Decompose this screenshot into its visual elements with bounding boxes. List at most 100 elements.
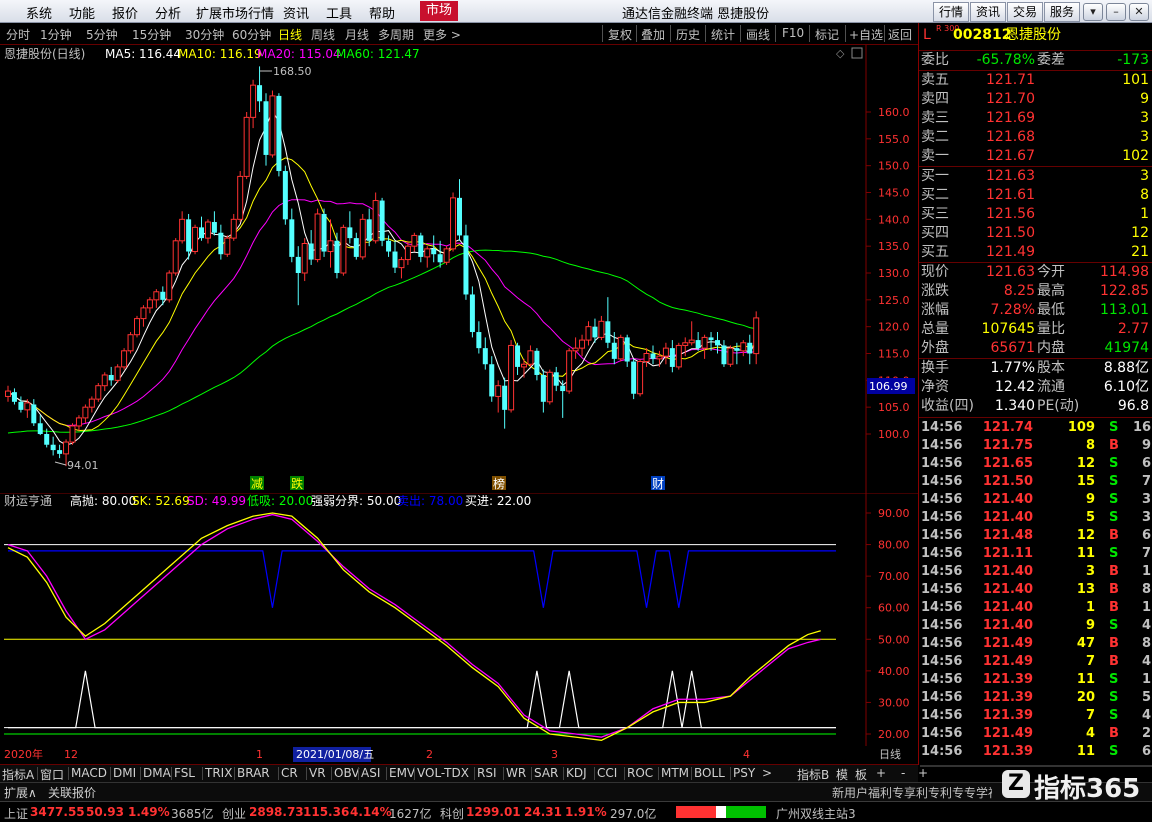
- tick-row[interactable]: 14:56 121.40 13 B 8: [919, 581, 1152, 599]
- action-add-watchlist[interactable]: +自选: [849, 26, 883, 43]
- action-f10[interactable]: F10: [782, 26, 804, 40]
- sell-level-row[interactable]: 卖三 121.69 3: [919, 109, 1152, 128]
- tick-row[interactable]: 14:56 121.40 5 S 3: [919, 509, 1152, 527]
- indicator-tab[interactable]: 模: [836, 766, 848, 783]
- menu-item-news[interactable]: 资讯: [283, 3, 309, 22]
- indicator-tab[interactable]: CCI: [597, 766, 617, 780]
- period-tab-intraday[interactable]: 分时: [6, 26, 30, 43]
- minimize-icon[interactable]: –: [1106, 3, 1126, 21]
- period-tab-1min[interactable]: 1分钟: [40, 26, 72, 43]
- indicator-tab[interactable]: DMI: [113, 766, 136, 780]
- indicator-tab[interactable]: 指标A: [2, 766, 34, 783]
- menu-item-system[interactable]: 系统: [26, 3, 52, 22]
- tick-row[interactable]: 14:56 121.39 7 S 4: [919, 707, 1152, 725]
- buy-level-row[interactable]: 买三 121.56 1: [919, 205, 1152, 224]
- tick-row[interactable]: 14:56 121.40 3 B 1: [919, 563, 1152, 581]
- tick-row[interactable]: 14:56 121.40 9 S 4: [919, 617, 1152, 635]
- action-stats[interactable]: 统计: [711, 26, 735, 43]
- quote-stat-row[interactable]: 现价 121.63 今开 114.98: [919, 263, 1152, 282]
- indicator-tab[interactable]: ASI: [361, 766, 380, 780]
- top-button-quote[interactable]: 行情: [933, 2, 969, 22]
- period-tab-monthly[interactable]: 月线: [345, 26, 369, 43]
- period-tab-multi[interactable]: 多周期: [378, 26, 414, 43]
- buy-level-row[interactable]: 买五 121.49 21: [919, 243, 1152, 262]
- menu-dropdown-icon[interactable]: ▾: [1083, 3, 1103, 21]
- indicator-tab[interactable]: -: [901, 766, 905, 780]
- quote-stat-row[interactable]: 涨幅 7.28% 最低 113.01: [919, 301, 1152, 320]
- action-mark[interactable]: 标记: [815, 26, 839, 43]
- action-history[interactable]: 历史: [676, 26, 700, 43]
- indicator-tab[interactable]: KDJ: [566, 766, 587, 780]
- top-button-trade[interactable]: 交易: [1007, 2, 1043, 22]
- top-button-service[interactable]: 服务: [1044, 2, 1080, 22]
- close-icon[interactable]: ✕: [1129, 3, 1149, 21]
- indicator-tab[interactable]: SAR: [534, 766, 558, 780]
- tick-scrollbar[interactable]: [920, 765, 1152, 767]
- period-tab-5min[interactable]: 5分钟: [86, 26, 118, 43]
- indicator-tab[interactable]: FSL: [174, 766, 195, 780]
- menu-item-quote[interactable]: 报价: [112, 3, 138, 22]
- menu-item-tools[interactable]: 工具: [326, 3, 352, 22]
- buy-level-row[interactable]: 买一 121.63 3: [919, 167, 1152, 186]
- quote-stat-row[interactable]: 收益(四) 1.340 PE(动) 96.8: [919, 397, 1152, 416]
- menu-item-analysis[interactable]: 分析: [155, 3, 181, 22]
- indicator-tab[interactable]: >: [762, 766, 772, 780]
- price-chart[interactable]: 恩捷股份(日线) MA5: 116.44 MA10: 116.19 MA20: …: [0, 45, 918, 493]
- buy-level-row[interactable]: 买四 121.50 12: [919, 224, 1152, 243]
- indicator-tab[interactable]: VOL-TDX: [417, 766, 469, 780]
- period-tab-more[interactable]: 更多 >: [423, 26, 461, 43]
- quote-stat-row[interactable]: 总量 107645 量比 2.77: [919, 320, 1152, 339]
- indicator-tab[interactable]: 指标B: [797, 766, 829, 783]
- tick-row[interactable]: 14:56 121.49 7 B 4: [919, 653, 1152, 671]
- period-tab-daily[interactable]: 日线: [278, 26, 302, 43]
- indicator-tab[interactable]: EMV: [389, 766, 415, 780]
- expand-toggle[interactable]: 扩展∧: [4, 784, 37, 801]
- indicator-tab[interactable]: PSY: [733, 766, 755, 780]
- indicator-tab[interactable]: TRIX: [205, 766, 232, 780]
- tick-row[interactable]: 14:56 121.11 11 S 7: [919, 545, 1152, 563]
- tick-row[interactable]: 14:56 121.40 1 B 1: [919, 599, 1152, 617]
- quote-stat-row[interactable]: 净资 12.42 流通 6.10亿: [919, 378, 1152, 397]
- sell-level-row[interactable]: 卖二 121.68 3: [919, 128, 1152, 147]
- sell-level-row[interactable]: 卖一 121.67 102: [919, 147, 1152, 166]
- period-tab-60min[interactable]: 60分钟: [232, 26, 271, 43]
- period-tab-30min[interactable]: 30分钟: [185, 26, 224, 43]
- window-toggle-icon[interactable]: [851, 47, 863, 59]
- action-fuquan[interactable]: 复权: [608, 26, 632, 43]
- tick-row[interactable]: 14:56 121.39 20 S 5: [919, 689, 1152, 707]
- indicator-tab[interactable]: BRAR: [237, 766, 270, 780]
- tick-row[interactable]: 14:56 121.75 8 B 9: [919, 437, 1152, 455]
- sh-value[interactable]: 3477.55: [30, 805, 85, 819]
- tick-row[interactable]: 14:56 121.40 9 S 3: [919, 491, 1152, 509]
- period-tab-weekly[interactable]: 周线: [311, 26, 335, 43]
- indicator-tab[interactable]: +: [876, 766, 886, 780]
- indicator-tab[interactable]: RSI: [477, 766, 497, 780]
- kc-value[interactable]: 1299.01: [466, 805, 521, 819]
- indicator-tab[interactable]: DMA: [143, 766, 171, 780]
- diamond-icon[interactable]: ◇: [836, 47, 845, 60]
- top-button-news[interactable]: 资讯: [970, 2, 1006, 22]
- sell-level-row[interactable]: 卖四 121.70 9: [919, 90, 1152, 109]
- cy-value[interactable]: 2898.73: [249, 805, 304, 819]
- tick-row[interactable]: 14:56 121.49 4 B 2: [919, 725, 1152, 743]
- indicator-tab[interactable]: 窗口: [40, 766, 64, 783]
- tick-row[interactable]: 14:56 121.39 11 S 1: [919, 671, 1152, 689]
- action-draw[interactable]: 画线: [746, 26, 770, 43]
- action-overlay[interactable]: 叠加: [641, 26, 665, 43]
- tick-row[interactable]: 14:56 121.65 12 S 6: [919, 455, 1152, 473]
- related-quote-tab[interactable]: 关联报价: [48, 784, 96, 801]
- tick-row[interactable]: 14:56 121.74 109 S 16: [919, 419, 1152, 437]
- quote-stat-row[interactable]: 涨跌 8.25 最高 122.85: [919, 282, 1152, 301]
- indicator-tab[interactable]: WR: [506, 766, 526, 780]
- quote-stat-row[interactable]: 外盘 65671 内盘 41974: [919, 339, 1152, 358]
- quote-stat-row[interactable]: 换手 1.77% 股本 8.88亿: [919, 359, 1152, 378]
- indicator-tab[interactable]: VR: [309, 766, 326, 780]
- tick-row[interactable]: 14:56 121.39 11 S 6: [919, 743, 1152, 761]
- sell-level-row[interactable]: 卖五 121.71 101: [919, 71, 1152, 90]
- indicator-tab[interactable]: +: [918, 766, 928, 780]
- buy-level-row[interactable]: 买二 121.61 8: [919, 186, 1152, 205]
- indicator-tab[interactable]: MTM: [661, 766, 689, 780]
- indicator-tab[interactable]: OBV: [334, 766, 360, 780]
- period-tab-15min[interactable]: 15分钟: [132, 26, 171, 43]
- indicator-tab[interactable]: MACD: [71, 766, 107, 780]
